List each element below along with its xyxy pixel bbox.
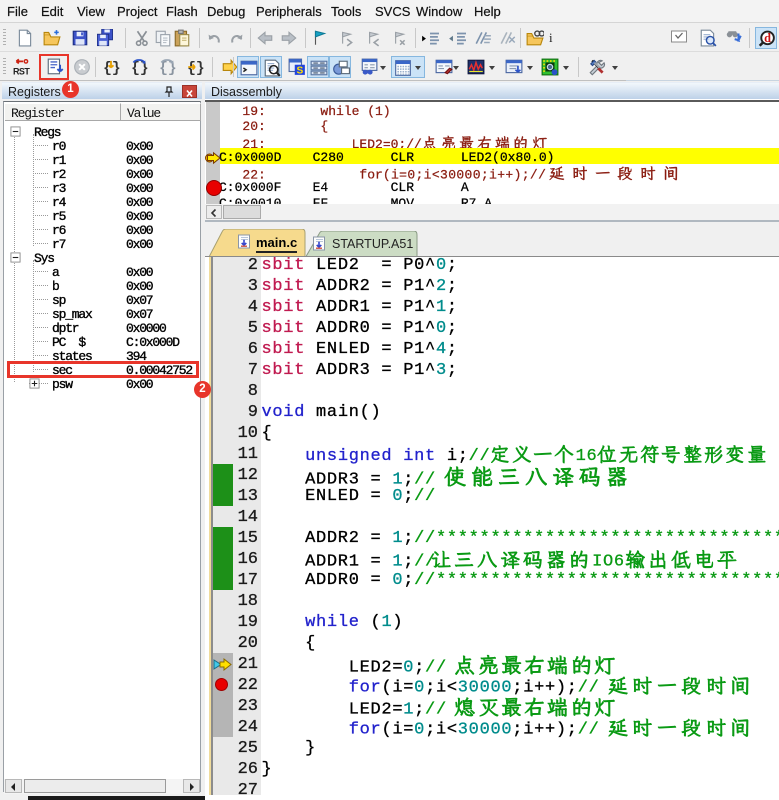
svg-text:{}: {} [187, 61, 204, 76]
svg-text:RST: RST [13, 66, 30, 76]
svg-text:{}: {} [131, 61, 148, 76]
svg-text:S: S [296, 65, 303, 76]
svg-text:d: d [764, 31, 771, 45]
svg-text:{}: {} [159, 61, 176, 76]
